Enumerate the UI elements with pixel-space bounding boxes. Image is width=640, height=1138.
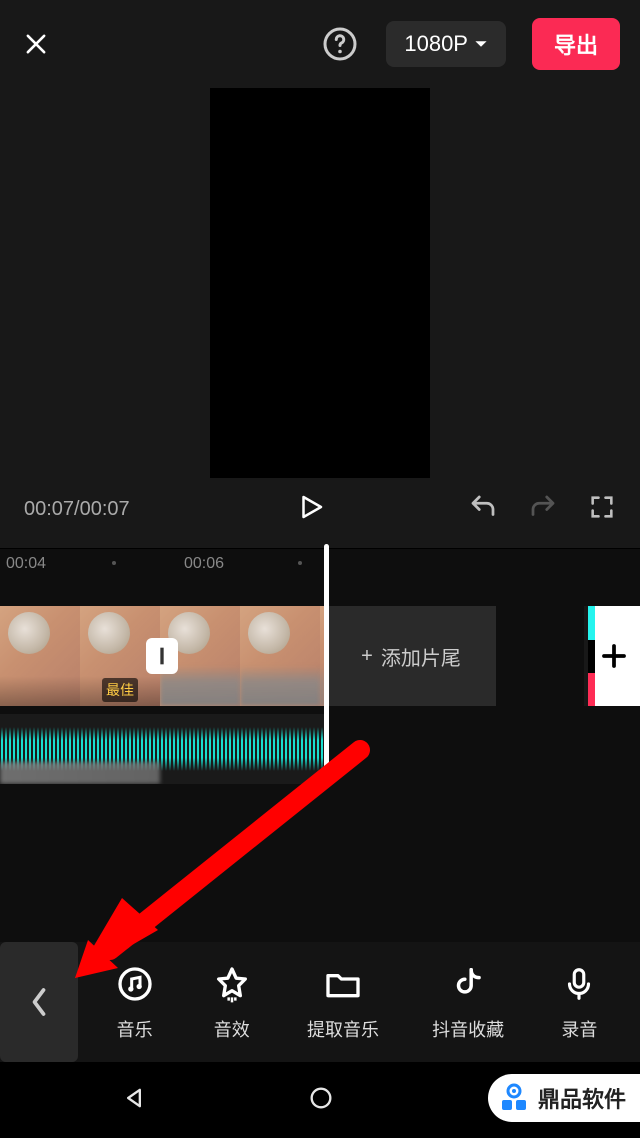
toolbar-item-extract[interactable]: 提取音乐 <box>307 962 379 1042</box>
fullscreen-icon <box>588 493 616 521</box>
music-icon <box>113 962 157 1006</box>
watermark-text: 鼎品软件 <box>538 1082 626 1114</box>
plus-icon <box>599 641 629 671</box>
redo-icon <box>528 492 558 522</box>
chevron-down-icon <box>474 37 488 51</box>
transition-button[interactable] <box>146 638 178 674</box>
folder-icon <box>321 962 365 1006</box>
toolbar-label: 录音 <box>561 1016 597 1042</box>
mic-icon <box>557 962 601 1006</box>
add-ending-button[interactable]: + 添加片尾 <box>326 606 496 706</box>
ruler-tick <box>112 561 116 565</box>
ruler-label: 00:04 <box>6 555 46 573</box>
triangle-back-icon <box>120 1084 148 1112</box>
ruler-tick <box>298 561 302 565</box>
video-clip-1[interactable]: 最佳 <box>0 606 160 706</box>
watermark-badge: 鼎品软件 <box>488 1074 640 1122</box>
nav-home-button[interactable] <box>307 1084 335 1117</box>
toolbar-back-button[interactable] <box>0 942 78 1062</box>
playhead[interactable] <box>324 544 329 774</box>
toolbar-item-music[interactable]: 音乐 <box>113 962 157 1042</box>
watermark-logo-icon <box>498 1082 530 1114</box>
editor-header: 1080P 导出 <box>0 0 640 88</box>
video-track: 最佳 + 添加片尾 <box>0 606 640 706</box>
close-icon <box>22 30 50 58</box>
resolution-selector[interactable]: 1080P <box>386 21 506 67</box>
export-button[interactable]: 导出 <box>532 18 620 70</box>
ruler-label: 00:06 <box>184 555 224 573</box>
audio-track <box>0 714 640 784</box>
chevron-left-icon <box>29 987 49 1017</box>
video-preview[interactable] <box>210 88 430 478</box>
star-icon <box>210 962 254 1006</box>
nav-back-button[interactable] <box>120 1084 148 1117</box>
play-icon <box>296 490 326 524</box>
play-button[interactable] <box>296 490 326 529</box>
audio-clip[interactable] <box>0 714 328 784</box>
transition-icon <box>154 646 170 666</box>
video-clip-2[interactable] <box>160 606 324 706</box>
undo-icon <box>468 492 498 522</box>
audio-toolbar: 音乐 音效 提取音乐 抖音收藏 录音 <box>0 942 640 1062</box>
toolbar-label: 抖音收藏 <box>432 1016 504 1042</box>
timeline-ruler[interactable]: 00:04 00:06 <box>0 548 640 580</box>
toolbar-label: 音效 <box>214 1016 250 1042</box>
export-label: 导出 <box>554 33 598 58</box>
douyin-icon <box>446 962 490 1006</box>
circle-home-icon <box>307 1084 335 1112</box>
toolbar-item-douyin[interactable]: 抖音收藏 <box>432 962 504 1042</box>
add-media-button[interactable] <box>584 606 640 706</box>
video-preview-area <box>0 88 640 478</box>
plus-icon: + <box>361 645 373 668</box>
redo-button[interactable] <box>528 492 558 527</box>
playback-controls: 00:07/00:07 <box>0 478 640 548</box>
time-display: 00:07/00:07 <box>24 498 130 521</box>
audio-title <box>0 762 160 784</box>
undo-button[interactable] <box>468 492 498 527</box>
toolbar-label: 提取音乐 <box>307 1016 379 1042</box>
subtitle-badge: 最佳 <box>102 678 138 702</box>
toolbar-item-record[interactable]: 录音 <box>557 962 601 1042</box>
add-ending-label: 添加片尾 <box>381 642 461 671</box>
toolbar-item-sfx[interactable]: 音效 <box>210 962 254 1042</box>
help-button[interactable] <box>320 24 360 64</box>
close-button[interactable] <box>20 28 52 60</box>
resolution-label: 1080P <box>404 31 468 57</box>
timeline-area[interactable]: 最佳 + 添加片尾 <box>0 580 640 950</box>
help-icon <box>322 26 358 62</box>
toolbar-label: 音乐 <box>117 1016 153 1042</box>
fullscreen-button[interactable] <box>588 493 616 526</box>
